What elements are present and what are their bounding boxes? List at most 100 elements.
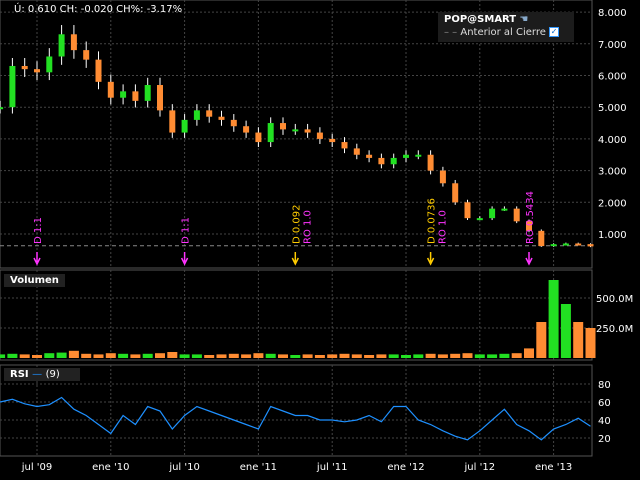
volume-bar (278, 354, 288, 358)
volume-bar (228, 353, 239, 358)
rsi-label: RSI (10, 369, 29, 380)
candle (206, 110, 213, 117)
candle (83, 50, 90, 60)
rsi-tick-label: 80 (598, 380, 611, 391)
x-tick-label: ene '11 (240, 462, 277, 473)
volume-bar (204, 355, 215, 358)
event-label: D 0.092 (291, 204, 302, 244)
candle (366, 154, 373, 158)
volume-bar (524, 348, 534, 358)
event-arrow-icon (33, 252, 41, 266)
volume-bar (376, 354, 387, 358)
candle (501, 208, 508, 211)
event-label: D 1:1 (33, 217, 44, 244)
candle (403, 154, 409, 158)
candle (157, 85, 163, 111)
volume-bar (425, 353, 436, 358)
x-tick-label: jul '12 (464, 462, 496, 473)
volume-bar (253, 353, 264, 358)
volume-bar (167, 352, 178, 358)
volume-bar (474, 354, 485, 358)
rsi-tick-label: 60 (598, 398, 611, 409)
price-tick-label: 8.000 (598, 8, 627, 19)
candle (107, 81, 114, 98)
candle (280, 123, 286, 130)
event-arrow-icon (525, 252, 533, 266)
candle (267, 123, 274, 143)
candle (538, 230, 545, 247)
candle (58, 34, 65, 57)
volume-bar (388, 354, 399, 358)
candle (587, 244, 594, 247)
candle (46, 56, 53, 73)
candle (95, 59, 102, 82)
price-tick-label: 6.000 (598, 72, 627, 83)
price-tick-label: 4.000 (598, 135, 627, 146)
volume-bar (32, 355, 42, 358)
candle (513, 208, 520, 222)
previous-close-checkbox[interactable]: ✓ (549, 27, 560, 37)
rsi-period[interactable]: (9) (46, 369, 60, 380)
panel-frame (0, 269, 593, 361)
candle (34, 69, 40, 73)
volume-bar (105, 353, 116, 358)
candle (452, 183, 459, 203)
event-label: RO 0.5434 (525, 191, 536, 244)
volume-bar (56, 352, 67, 358)
volume-bar (130, 354, 141, 358)
volume-bar (118, 353, 129, 358)
volume-bar (314, 355, 325, 358)
x-tick-label: jul '10 (168, 462, 200, 473)
candle (169, 110, 176, 133)
previous-close-label: Anterior al Cierre (460, 27, 546, 38)
volume-bar (142, 353, 153, 358)
candle (9, 65, 16, 108)
volume-bar (573, 322, 584, 358)
candle (292, 129, 299, 132)
hand-icon[interactable]: ☚ (519, 14, 528, 25)
volume-bar (351, 354, 362, 358)
candle (316, 132, 323, 139)
candle (550, 244, 557, 247)
volume-bar (290, 355, 301, 358)
volume-bar (216, 354, 227, 358)
rsi-panel-label: RSI — (9) (4, 368, 80, 381)
volume-bar (68, 350, 79, 358)
candle (464, 202, 471, 219)
event-arrow-icon (426, 252, 435, 266)
candle (575, 243, 582, 246)
price-tick-label: 3.000 (598, 167, 627, 178)
x-tick-label: jul '11 (316, 462, 348, 473)
candle (427, 154, 434, 171)
candle (255, 132, 262, 143)
candle (476, 218, 483, 221)
volume-bar (44, 353, 55, 358)
volume-bar (487, 354, 498, 358)
candle (132, 91, 139, 101)
volume-bar (462, 353, 473, 358)
event-label: D 0.0736 (427, 198, 438, 244)
price-tick-label: 7.000 (598, 40, 627, 51)
volume-bar (327, 354, 338, 358)
candle (218, 116, 225, 120)
volume-bar (499, 353, 510, 358)
event-arrow-icon (180, 252, 189, 266)
volume-panel-label: Volumen (4, 274, 65, 287)
volume-bar (364, 355, 375, 358)
chart-canvas[interactable]: jul '09 ene '10 jul '10 ene '11 jul '11 ene '… (0, 0, 640, 480)
candle (243, 126, 250, 133)
candle (378, 157, 385, 165)
candle (144, 85, 151, 101)
volume-bar (585, 328, 596, 358)
volume-bar (81, 353, 92, 358)
candle (193, 110, 200, 120)
quote-info: Ú: 0.610 CH: -0.020 CH%: -3.17% (14, 4, 183, 15)
symbol-label[interactable]: POP@SMART (444, 14, 516, 25)
candle (304, 129, 311, 133)
price-tick-label: 5.000 (598, 103, 627, 114)
volume-bar (0, 354, 6, 358)
candle (489, 208, 496, 219)
volume-bar (302, 354, 313, 358)
legend-box: POP@SMART ☚ – – Anterior al Cierre ✓ (438, 12, 574, 42)
volume-bar (401, 355, 411, 358)
